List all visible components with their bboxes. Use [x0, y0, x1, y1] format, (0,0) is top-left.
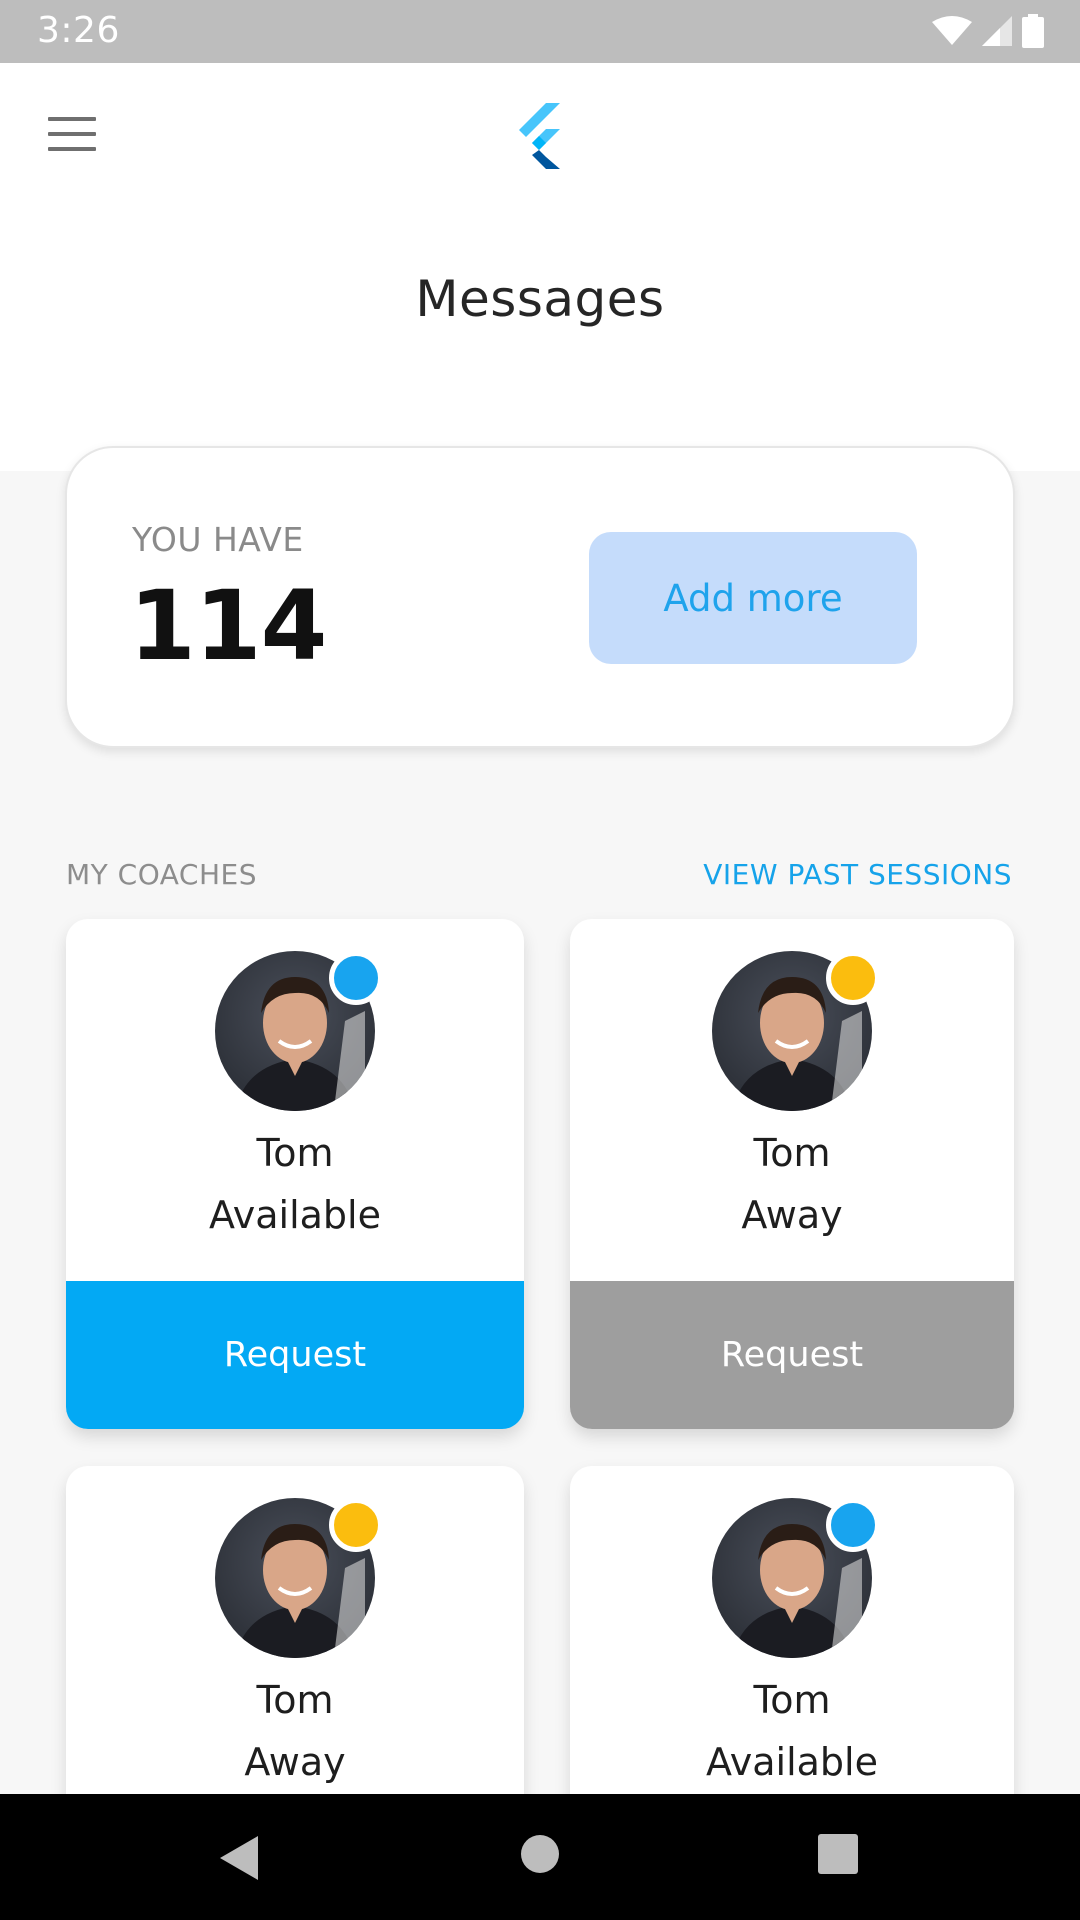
signal-icon	[982, 16, 1012, 46]
balance-label: YOU HAVE	[132, 520, 304, 559]
hamburger-menu-icon[interactable]	[48, 117, 98, 157]
status-bar: 3:26	[0, 0, 1080, 63]
coach-status: Away	[741, 1193, 843, 1237]
coach-name: Tom	[256, 1131, 334, 1175]
status-dot-away	[826, 951, 880, 1005]
recents-icon[interactable]	[818, 1834, 858, 1874]
wifi-icon	[932, 16, 972, 45]
navigation-bar	[0, 1794, 1080, 1920]
coach-card[interactable]: Tom Available Request	[66, 919, 524, 1429]
add-more-button[interactable]: Add more	[589, 532, 917, 664]
back-icon[interactable]	[218, 1834, 262, 1882]
coach-name: Tom	[256, 1678, 334, 1722]
home-icon[interactable]	[520, 1834, 560, 1874]
status-time: 3:26	[37, 10, 120, 51]
coach-name: Tom	[753, 1678, 831, 1722]
view-past-sessions-link[interactable]: VIEW PAST SESSIONS	[703, 858, 1012, 891]
section-label: MY COACHES	[66, 858, 257, 891]
request-button[interactable]: Request	[66, 1281, 524, 1429]
status-icons	[932, 14, 1044, 48]
status-dot-away	[329, 1498, 383, 1552]
balance-value: 114	[129, 570, 327, 682]
avatar-wrap	[215, 1498, 383, 1658]
coach-status: Available	[705, 1740, 878, 1784]
coach-name: Tom	[753, 1131, 831, 1175]
battery-icon	[1022, 14, 1044, 48]
coach-card[interactable]: Tom Away Request	[570, 919, 1014, 1429]
coach-status: Away	[244, 1740, 346, 1784]
coach-status: Available	[208, 1193, 381, 1237]
avatar-wrap	[712, 1498, 880, 1658]
avatar-wrap	[215, 951, 383, 1111]
header: Messages	[0, 63, 1080, 471]
balance-card: YOU HAVE 114 Add more	[65, 446, 1015, 748]
page-title: Messages	[415, 270, 665, 328]
status-dot-available	[329, 951, 383, 1005]
avatar-wrap	[712, 951, 880, 1111]
request-button[interactable]: Request	[570, 1281, 1014, 1429]
flutter-logo-icon	[519, 103, 560, 169]
status-dot-available	[826, 1498, 880, 1552]
